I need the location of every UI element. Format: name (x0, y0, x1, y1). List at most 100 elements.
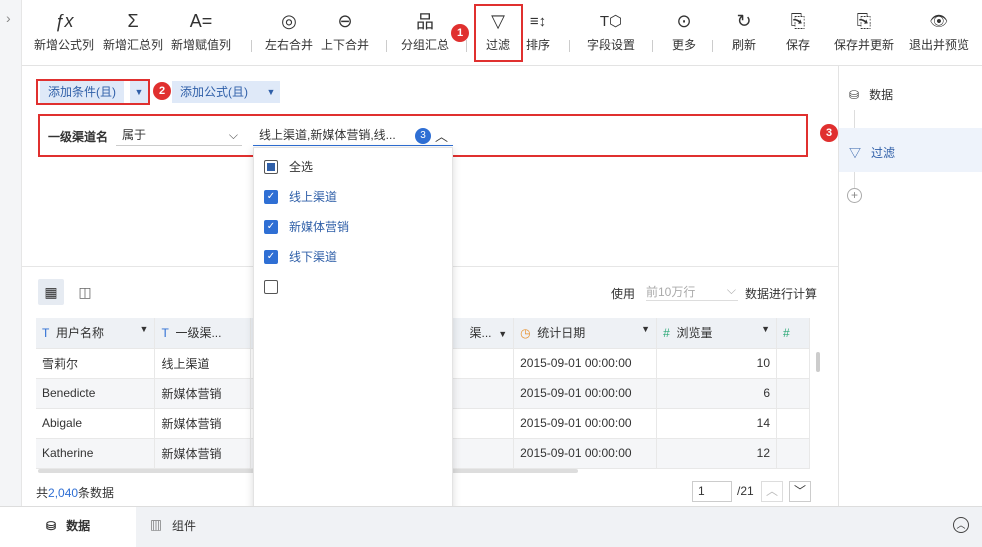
save-and-update-button[interactable]: ⎘ 保存并更新 (834, 8, 894, 53)
toolbar-label: 更多 (672, 38, 697, 52)
divider (652, 40, 653, 52)
divider (569, 40, 570, 52)
divider (466, 40, 467, 52)
number-type-icon: # (783, 325, 790, 340)
add-formula-button[interactable]: 添加公式(且) (172, 81, 262, 103)
sort-arrow-icon[interactable]: ▼ (641, 324, 650, 334)
toolbar-label: 退出并预览 (909, 38, 970, 52)
page-input[interactable]: 1 (692, 481, 732, 502)
option-online[interactable]: ✓ 线上渠道 (264, 187, 337, 207)
total-count: 2,040 (48, 486, 79, 500)
toolbar-label: 字段设置 (587, 38, 636, 52)
add-condition-dropdown[interactable]: ▼ (130, 81, 148, 103)
bottom-tabs: ⛁ 数据 ▥ 组件 ︿ (0, 506, 982, 547)
operator-select[interactable]: 属于 ⌵ (116, 124, 242, 146)
cell (776, 378, 810, 409)
checkbox-partial-icon[interactable] (264, 160, 278, 174)
sort-button[interactable]: ≡↕ 排序 (526, 8, 550, 53)
chart-icon: ▥ (150, 519, 163, 533)
total-rows-text: 共2,040条数据 (36, 484, 114, 501)
add-summary-column-button[interactable]: Σ 新增汇总列 (103, 8, 163, 53)
option-select-all[interactable]: 全选 (264, 157, 313, 177)
sort-arrow-icon[interactable]: ▼ (140, 324, 149, 334)
add-formula-dropdown[interactable]: ▼ (262, 81, 280, 103)
step-label: 过滤 (871, 146, 896, 160)
add-condition-button[interactable]: 添加条件(且) (40, 81, 124, 103)
column-header[interactable]: # (776, 318, 810, 349)
header-label: 一级渠... (175, 326, 222, 341)
option-new-media[interactable]: ✓ 新媒体营销 (264, 217, 349, 237)
refresh-button[interactable]: ↻ 刷新 (732, 8, 756, 53)
table-view-icon[interactable]: ◫ (72, 279, 98, 305)
tab-components[interactable]: ▥ 组件 (150, 517, 196, 534)
text-type-icon: T (161, 326, 169, 341)
toolbar-label: 刷新 (732, 38, 757, 52)
checkbox-checked-icon[interactable]: ✓ (264, 250, 278, 264)
sort-arrow-icon[interactable]: ▼ (761, 324, 770, 334)
checkbox-checked-icon[interactable]: ✓ (264, 190, 278, 204)
option-offline[interactable]: ✓ 线下渠道 (264, 247, 337, 267)
checkbox-checked-icon[interactable]: ✓ (264, 220, 278, 234)
option-empty[interactable] (264, 277, 289, 297)
step-badge-2: 2 (153, 82, 171, 100)
cell: 新媒体营销 (154, 408, 252, 439)
sigma-icon: Σ (127, 10, 139, 31)
option-label: 线上渠道 (289, 190, 338, 204)
tab-label: 数据 (66, 519, 91, 533)
text-type-icon: T (42, 326, 50, 341)
cell: 雪莉尔 (36, 348, 156, 379)
column-header[interactable]: T 一级渠... (154, 318, 252, 349)
field-settings-icon: T⬡ (599, 13, 623, 30)
tab-data[interactable]: ⛁ 数据 (0, 507, 136, 547)
column-header[interactable]: T 用户名称 ▼ (36, 318, 156, 349)
exit-preview-button[interactable]: 👁 退出并预览 (909, 8, 969, 53)
cell: Katherine (36, 438, 156, 469)
chevron-right-icon[interactable]: › (6, 10, 11, 26)
step-label: 数据 (869, 88, 894, 102)
grid-view-icon[interactable]: ▦ (38, 279, 64, 305)
page-next-button[interactable]: ﹀ (789, 481, 811, 502)
rows-select-value: 前10万行 (646, 285, 696, 299)
cell: 2015-09-01 00:00:00 (513, 408, 658, 439)
add-formula-column-button[interactable]: ƒx 新增公式列 (34, 8, 94, 53)
more-button[interactable]: ⊙ 更多 (672, 8, 696, 53)
chevron-up-icon[interactable]: ︿ (435, 126, 448, 145)
add-assign-column-button[interactable]: A= 新增赋值列 (171, 8, 231, 53)
rows-select[interactable]: 前10万行 ⌵ (646, 283, 738, 301)
left-collapse-gutter[interactable]: › (0, 0, 22, 547)
save-update-icon: ⎘ (856, 10, 872, 31)
toolbar-label: 保存 (786, 38, 811, 52)
chevron-down-icon: ⌵ (228, 128, 238, 142)
save-button[interactable]: ⎘ 保存 (786, 8, 810, 53)
add-step-icon[interactable]: + (847, 188, 862, 203)
checkbox-empty-icon[interactable] (264, 280, 278, 294)
merge-lr-icon: ◎ (281, 10, 297, 31)
vertical-scrollbar[interactable] (816, 352, 820, 372)
page-prev-button[interactable]: ︿ (761, 481, 783, 502)
cell: Abigale (36, 408, 156, 439)
chevron-down-icon: ⌵ (726, 283, 736, 297)
header-label: 用户名称 (56, 326, 105, 341)
step-filter[interactable]: ▽ 过滤 (839, 128, 982, 172)
field-settings-button[interactable]: T⬡ 字段设置 (587, 8, 635, 53)
total-suffix: 条数据 (78, 486, 115, 500)
operator-value: 属于 (122, 128, 147, 142)
merge-top-bottom-button[interactable]: ⊖ 上下合并 (321, 8, 369, 53)
merge-left-right-button[interactable]: ◎ 左右合并 (265, 8, 313, 53)
preview-icon: 👁 (929, 13, 949, 30)
fx-icon: ƒx (54, 10, 74, 31)
step-data[interactable]: ⛁ 数据 (849, 86, 969, 103)
column-header[interactable]: ◷ 统计日期 ▼ (513, 318, 658, 349)
divider (386, 40, 387, 52)
cell: 12 (656, 438, 777, 469)
column-header[interactable]: # 浏览量 ▼ (656, 318, 777, 349)
group-summary-button[interactable]: 品分组汇总 (401, 8, 449, 53)
sort-arrow-icon[interactable]: ▼ (498, 329, 507, 339)
sort-icon: ≡↕ (529, 12, 547, 30)
cell (776, 438, 810, 469)
cell: 2015-09-01 00:00:00 (513, 438, 658, 469)
number-type-icon: # (663, 326, 670, 341)
step-connector (854, 172, 855, 188)
toolbar-label: 新增公式列 (34, 38, 95, 52)
collapse-up-icon[interactable]: ︿ (953, 517, 969, 533)
